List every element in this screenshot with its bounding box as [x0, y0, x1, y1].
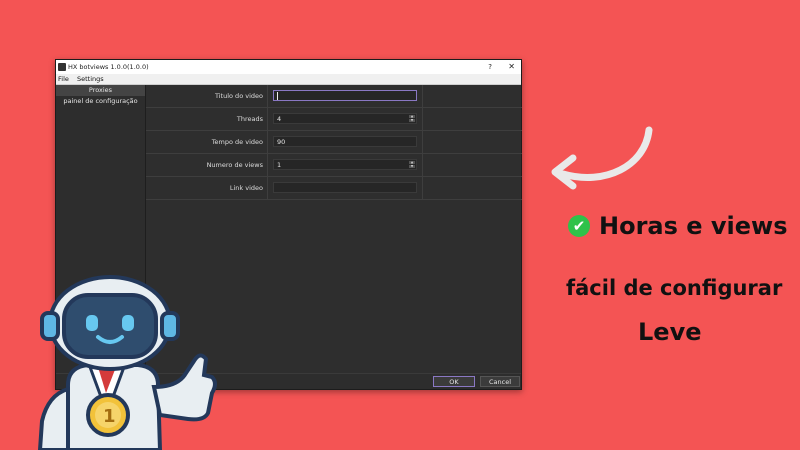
- threads-value: 4: [277, 115, 282, 123]
- numero-views-value: 1: [277, 161, 282, 169]
- promo-headline: ✔ Horas e views: [568, 212, 787, 240]
- promo-line-1: Horas e views: [599, 212, 788, 240]
- promo-line-2: fácil de configurar: [566, 276, 783, 300]
- promo-line-3: Leve: [638, 318, 702, 346]
- link-input[interactable]: [273, 182, 417, 193]
- column-divider: [267, 108, 268, 130]
- sidebar-item-painel-de-configuracao[interactable]: painel de configuração: [56, 96, 145, 107]
- threads-stepper[interactable]: ▲ ▼: [409, 115, 415, 122]
- ok-button[interactable]: OK: [433, 376, 475, 387]
- column-divider: [267, 177, 268, 199]
- column-divider: [422, 131, 423, 153]
- app-icon: [58, 63, 66, 71]
- column-divider: [267, 154, 268, 176]
- help-icon[interactable]: ?: [488, 60, 492, 74]
- tempo-input[interactable]: 90: [273, 136, 417, 147]
- menu-file[interactable]: File: [58, 75, 69, 83]
- form-row-titulo: Titulo do video: [146, 85, 522, 108]
- column-divider: [422, 177, 423, 199]
- form-row-threads: Threads 4 ▲ ▼: [146, 108, 522, 131]
- title-bar: HX botviews 1.0.0(1.0.0) ? ✕: [56, 60, 521, 74]
- form-row-tempo: Tempo de video 90: [146, 131, 522, 154]
- cancel-button[interactable]: Cancel: [480, 376, 520, 387]
- form-row-link: Link video: [146, 177, 522, 200]
- column-divider: [267, 85, 268, 107]
- column-divider: [267, 131, 268, 153]
- settings-form: Titulo do video Threads 4 ▲ ▼ Tempo de v…: [146, 85, 522, 200]
- tempo-value: 90: [277, 138, 286, 146]
- numero-views-stepper[interactable]: ▲ ▼: [409, 161, 415, 168]
- link-label: Link video: [229, 184, 263, 192]
- titulo-label: Titulo do video: [214, 92, 263, 100]
- threads-label: Threads: [236, 115, 263, 123]
- menu-bar: File Settings: [56, 74, 521, 85]
- numero-views-spinbox[interactable]: 1 ▲ ▼: [273, 159, 417, 170]
- step-down-icon[interactable]: ▼: [409, 165, 415, 168]
- curved-arrow-icon: [551, 126, 653, 190]
- column-divider: [422, 154, 423, 176]
- svg-text:1: 1: [103, 406, 116, 427]
- column-divider: [422, 108, 423, 130]
- window-title: HX botviews 1.0.0(1.0.0): [68, 63, 149, 71]
- titulo-input[interactable]: [273, 90, 417, 101]
- numero-views-label: Numero de views: [206, 161, 263, 169]
- check-icon: ✔: [568, 215, 590, 237]
- form-row-numero-views: Numero de views 1 ▲ ▼: [146, 154, 522, 177]
- tempo-label: Tempo de video: [211, 138, 263, 146]
- sidebar-item-proxies[interactable]: Proxies: [56, 85, 145, 96]
- column-divider: [422, 85, 423, 107]
- menu-settings[interactable]: Settings: [77, 75, 104, 83]
- close-icon[interactable]: ✕: [508, 60, 515, 74]
- text-caret: [277, 92, 278, 100]
- threads-spinbox[interactable]: 4 ▲ ▼: [273, 113, 417, 124]
- robot-mascot-illustration: 1: [37, 275, 217, 450]
- step-down-icon[interactable]: ▼: [409, 119, 415, 122]
